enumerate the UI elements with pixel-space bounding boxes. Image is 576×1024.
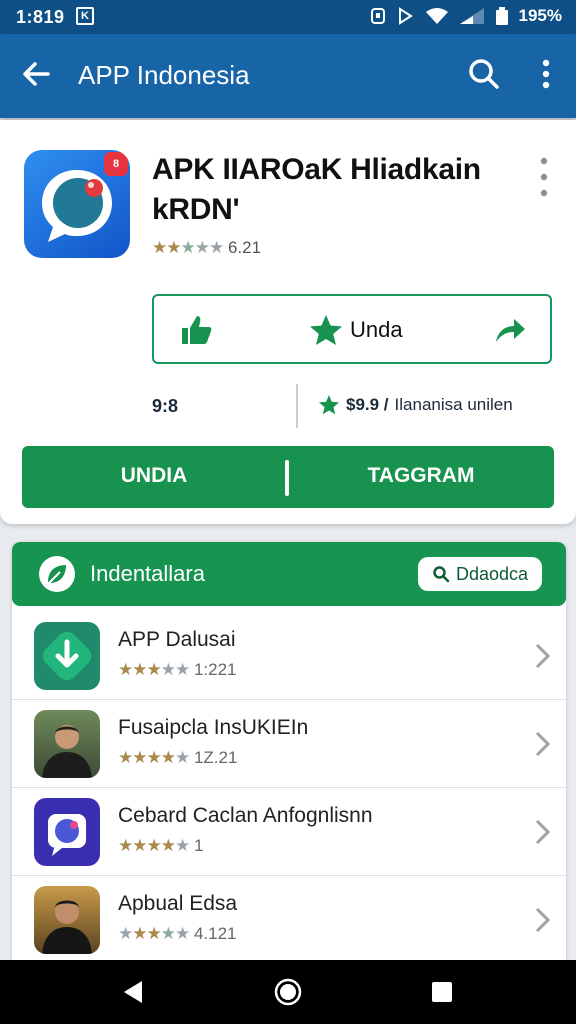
app-bar-title: APP Indonesia [78, 60, 250, 90]
list-item-stars: ★★★★★ [118, 836, 190, 855]
list-item-rating-value: 1Z.21 [193, 748, 238, 767]
list-item-name: Apbual Edsa [118, 892, 238, 915]
list-item-rating: ★★★★★ 1Z.21 [118, 748, 237, 768]
download-icon [42, 631, 92, 681]
meta-price-row: $9.9 / Ilananisa unilen [318, 394, 513, 416]
notification-icon [370, 8, 385, 24]
person-photo-icon [42, 900, 92, 954]
list-item-rating: ★★★★★ 1:221 [118, 660, 237, 680]
chevron-right-icon[interactable] [530, 906, 554, 934]
list-header-search-button[interactable]: Ddaodca [418, 557, 542, 591]
search-icon[interactable] [466, 56, 502, 92]
app-title-line1: APK IIAROaK Hliadkain [152, 153, 481, 186]
nav-back-icon[interactable] [118, 976, 150, 1008]
app-icon-badge: 8 [104, 152, 128, 176]
star-icon[interactable] [308, 312, 344, 348]
list-item-rating-value: 1 [193, 836, 204, 855]
list-header: Indentallara Ddaodca [12, 542, 566, 606]
list-item-rating: ★★★★★ 4.121 [118, 924, 237, 944]
signal-icon [459, 8, 484, 24]
primary-button: UNDIA TAGGRAM [22, 446, 554, 508]
meta-description: Ilananisa unilen [394, 395, 513, 414]
avatar [34, 886, 100, 954]
chevron-right-icon[interactable] [530, 818, 554, 846]
action-star-label[interactable]: Unda [350, 317, 403, 343]
meta-divider [296, 384, 298, 428]
list-item-name: APP Dalusai [118, 628, 236, 651]
chevron-right-icon[interactable] [530, 730, 554, 758]
messenger-app-thumb [34, 798, 100, 866]
list-item-name: Fusaipcla InsUKIEIn [118, 716, 309, 739]
back-arrow-icon[interactable] [18, 56, 54, 92]
list-item-rating-value: 1:221 [193, 660, 237, 679]
avatar [34, 710, 100, 778]
wifi-icon [425, 8, 448, 24]
chevron-right-icon[interactable] [530, 642, 554, 670]
leaf-icon [39, 556, 75, 592]
status-bar: 1:819 K 195% [0, 0, 576, 34]
app-title: APK IIAROaK Hliadkain kRDN' [152, 150, 512, 230]
app-title-line2: kRDN' [152, 193, 240, 226]
status-time: 1:819 [16, 7, 65, 27]
rating-stars: ★★★★★ [152, 238, 224, 257]
search-icon [433, 566, 450, 583]
app-icon: 8 [24, 150, 130, 258]
list-item-name: Cebard Caclan Anfognlisnn [118, 804, 373, 827]
system-nav-bar [0, 960, 576, 1024]
list-item-rating: ★★★★★ 1 [118, 836, 203, 856]
list-header-button-label: Ddaodca [455, 563, 529, 584]
list-item[interactable]: Cebard Caclan Anfognlisnn ★★★★★ 1 [12, 788, 566, 876]
app-detail-card: 8 APK IIAROaK Hliadkain kRDN' ★★★★★ 6.21… [0, 120, 576, 524]
list-item[interactable]: Fusaipcla InsUKIEIn ★★★★★ 1Z.21 [12, 700, 566, 788]
related-apps-list: Indentallara Ddaodca APP Dalusai ★★★★★ 1… [12, 542, 566, 972]
list-item[interactable]: Apbual Edsa ★★★★★ 4.121 [12, 876, 566, 964]
nfc-icon [398, 7, 413, 25]
thumb-up-icon[interactable] [178, 312, 214, 348]
nav-home-icon[interactable] [272, 976, 304, 1008]
list-header-title: Indentallara [90, 561, 205, 586]
rating-value: 6.21 [227, 238, 262, 257]
status-icons: 195% [369, 6, 562, 26]
battery-icon [495, 7, 508, 25]
card-more-vert-icon[interactable] [528, 154, 560, 204]
person-photo-icon [42, 725, 92, 778]
battery-percent: 195% [518, 6, 562, 25]
chat-app-icon [48, 814, 86, 856]
price-star-icon [319, 395, 339, 415]
meta-price: $9.9 / [346, 395, 389, 414]
app-bar: APP Indonesia [0, 34, 576, 118]
nav-recents-icon[interactable] [426, 976, 458, 1008]
app-notification-icon: K [76, 7, 94, 25]
action-row: Unda [152, 294, 552, 364]
app-rating: ★★★★★ 6.21 [152, 238, 261, 258]
list-item-rating-value: 4.121 [193, 924, 237, 943]
more-vert-icon[interactable] [528, 56, 564, 92]
tag-button[interactable]: TAGGRAM [288, 464, 554, 488]
install-button[interactable]: UNDIA [22, 464, 286, 488]
meta-version: 9:8 [152, 396, 179, 416]
list-item-stars: ★★★★★ [118, 748, 190, 767]
list-item[interactable]: APP Dalusai ★★★★★ 1:221 [12, 612, 566, 700]
share-icon[interactable] [492, 312, 528, 348]
list-item-stars: ★★★★★ [118, 660, 190, 679]
list-item-stars: ★★★★★ [118, 924, 190, 943]
download-app-thumb [34, 622, 100, 690]
